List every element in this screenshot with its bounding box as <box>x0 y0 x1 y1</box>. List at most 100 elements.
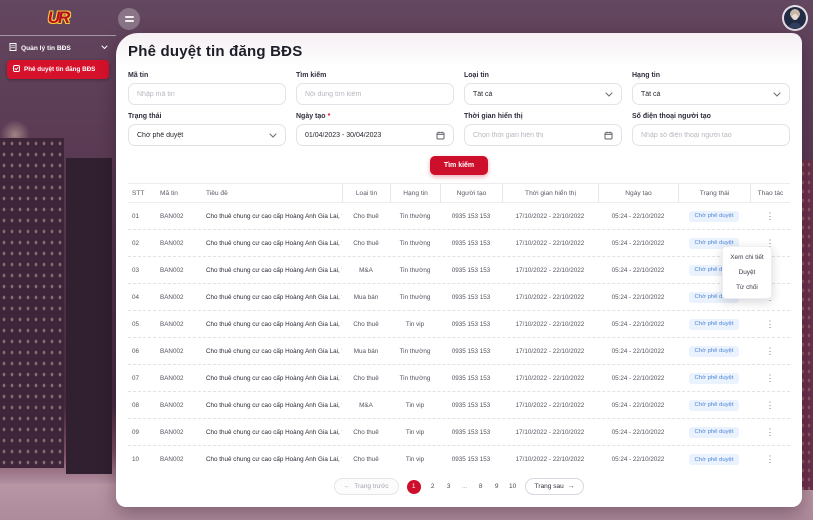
ngay-tao-daterange[interactable]: 01/04/2023 - 30/04/2023 <box>296 124 454 146</box>
building-silhouette <box>0 138 64 468</box>
filter-form: Mã tin Tìm kiếm Loại tin Tất cả Hạng tin… <box>128 72 790 146</box>
arrow-left-icon: ← <box>344 483 351 490</box>
cell-ngay-tao: 05:24 - 22/10/2022 <box>598 321 678 328</box>
cell-stt: 10 <box>128 456 156 463</box>
cell-loai-tin: M&A <box>342 402 390 409</box>
kebab-menu-icon[interactable]: ⋮ <box>762 372 779 385</box>
person-icon <box>787 12 803 28</box>
cell-tieu-de: Cho thuê chung cư cao cấp Hoàng Anh Gia … <box>202 402 342 409</box>
cell-trang-thai: Chờ phê duyệt <box>678 454 750 465</box>
col-header-ma-tin: Mã tin <box>156 184 202 202</box>
table-row: 03 BAN002 Cho thuê chung cư cao cấp Hoàn… <box>128 257 790 284</box>
loai-tin-select[interactable]: Tất cả <box>464 83 622 105</box>
kebab-menu-icon[interactable]: ⋮ <box>762 453 779 466</box>
page-title: Phê duyệt tin đăng BĐS <box>128 43 790 60</box>
cell-stt: 09 <box>128 429 156 436</box>
cell-thao-tac: ⋮ <box>750 345 790 358</box>
table-row: 06 BAN002 Cho thuê chung cư cao cấp Hoàn… <box>128 338 790 365</box>
kebab-menu-icon[interactable]: ⋮ <box>762 399 779 412</box>
pagination-page-2[interactable]: 2 <box>429 483 437 490</box>
cell-nguoi-tao: 0935 153 153 <box>440 213 502 220</box>
hang-tin-select[interactable]: Tất cả <box>632 83 790 105</box>
sidebar-item-phe-duyet-tin-dang-bds[interactable]: Phê duyệt tin đăng BĐS <box>7 60 109 79</box>
cell-loai-tin: Mua bán <box>342 348 390 355</box>
cell-tieu-de: Cho thuê chung cư cao cấp Hoàng Anh Gia … <box>202 240 342 247</box>
chevron-down-icon <box>605 92 613 97</box>
cell-ngay-tao: 05:24 - 22/10/2022 <box>598 267 678 274</box>
cell-tieu-de: Cho thuê chung cư cao cấp Hoàng Anh Gia … <box>202 213 342 220</box>
so-dien-thoai-input[interactable] <box>641 132 781 139</box>
thoi-gian-hien-thi-daterange[interactable]: Chọn thời gian hiển thị <box>464 124 622 146</box>
user-avatar[interactable] <box>782 5 808 31</box>
pagination-page-1[interactable]: 1 <box>407 480 421 494</box>
tim-kiem-input[interactable] <box>305 91 445 98</box>
trang-thai-select[interactable]: Chờ phê duyệt <box>128 124 286 146</box>
kebab-menu-icon[interactable]: ⋮ <box>762 318 779 331</box>
app-logo: UR <box>38 8 78 28</box>
pagination-page-8[interactable]: 8 <box>477 483 485 490</box>
table-row: 08 BAN002 Cho thuê chung cư cao cấp Hoàn… <box>128 392 790 419</box>
cell-stt: 07 <box>128 375 156 382</box>
cell-hang-tin: Tin vip <box>390 321 440 328</box>
cell-ngay-tao: 05:24 - 22/10/2022 <box>598 429 678 436</box>
status-badge: Chờ phê duyệt <box>689 211 740 222</box>
cell-thoi-gian-hien-thi: 17/10/2022 - 22/10/2022 <box>502 375 598 382</box>
sidebar-item-quan-ly-tin-bds[interactable]: Quản lý tin BĐS <box>0 36 116 58</box>
cell-nguoi-tao: 0935 153 153 <box>440 267 502 274</box>
kebab-menu-icon[interactable]: ⋮ <box>762 426 779 439</box>
cell-thoi-gian-hien-thi: 17/10/2022 - 22/10/2022 <box>502 402 598 409</box>
pagination-page-9[interactable]: 9 <box>493 483 501 490</box>
arrow-right-icon: → <box>568 483 575 490</box>
prev-page-button[interactable]: ← Trang trước <box>334 478 399 495</box>
required-asterisk: * <box>328 113 331 120</box>
search-button[interactable]: Tìm kiếm <box>430 156 488 175</box>
cell-thao-tac: ⋮ <box>750 372 790 385</box>
cell-ma-tin: BAN002 <box>156 321 202 328</box>
cell-hang-tin: Tin vip <box>390 429 440 436</box>
field-loai-tin: Loại tin Tất cả <box>464 72 622 105</box>
pagination: ← Trang trước 123...8910 Trang sau → <box>128 478 790 495</box>
cell-ma-tin: BAN002 <box>156 402 202 409</box>
ma-tin-input[interactable] <box>137 91 277 98</box>
next-page-button[interactable]: Trang sau → <box>525 478 585 495</box>
context-menu-item[interactable]: Duyệt <box>723 265 771 280</box>
cell-ngay-tao: 05:24 - 22/10/2022 <box>598 213 678 220</box>
sidebar-active-label: Phê duyệt tin đăng BĐS <box>24 66 95 73</box>
status-badge: Chờ phê duyệt <box>689 454 740 465</box>
field-label: Ngày tạo* <box>296 113 454 120</box>
cell-ngay-tao: 05:24 - 22/10/2022 <box>598 402 678 409</box>
context-menu-item[interactable]: Xem chi tiết <box>723 250 771 265</box>
cell-ma-tin: BAN002 <box>156 213 202 220</box>
field-hang-tin: Hạng tin Tất cả <box>632 72 790 105</box>
kebab-menu-icon[interactable]: ⋮ <box>762 210 779 223</box>
cell-nguoi-tao: 0935 153 153 <box>440 429 502 436</box>
field-label: Tìm kiếm <box>296 72 454 79</box>
cell-trang-thai: Chờ phê duyệt <box>678 346 750 357</box>
cell-ngay-tao: 05:24 - 22/10/2022 <box>598 240 678 247</box>
cell-hang-tin: Tin thường <box>390 267 440 274</box>
sidebar-toggle-button[interactable] <box>118 8 140 30</box>
app-root: { "page": { "title": "Phê duyệt tin đăng… <box>0 0 813 520</box>
chevron-down-icon <box>269 133 277 138</box>
cell-trang-thai: Chờ phê duyệt <box>678 400 750 411</box>
status-badge: Chờ phê duyệt <box>689 373 740 384</box>
cell-trang-thai: Chờ phê duyệt <box>678 427 750 438</box>
approve-check-icon <box>13 65 20 74</box>
cell-ma-tin: BAN002 <box>156 429 202 436</box>
field-label: Thời gian hiển thị <box>464 113 622 120</box>
col-header-stt: STT <box>128 184 156 202</box>
kebab-menu-icon[interactable]: ⋮ <box>762 345 779 358</box>
cell-tieu-de: Cho thuê chung cư cao cấp Hoàng Anh Gia … <box>202 429 342 436</box>
cell-ma-tin: BAN002 <box>156 294 202 301</box>
cell-nguoi-tao: 0935 153 153 <box>440 240 502 247</box>
context-menu-item[interactable]: Từ chối <box>723 280 771 295</box>
field-thoi-gian-hien-thi: Thời gian hiển thị Chọn thời gian hiển t… <box>464 113 622 146</box>
pagination-page-10[interactable]: 10 <box>509 483 517 490</box>
cell-loai-tin: M&A <box>342 267 390 274</box>
col-header-hang-tin: Hạng tin <box>390 184 440 202</box>
cell-ma-tin: BAN002 <box>156 267 202 274</box>
col-header-tieu-de: Tiêu đề <box>202 184 342 202</box>
field-label: Trạng thái <box>128 113 286 120</box>
pagination-page-3[interactable]: 3 <box>445 483 453 490</box>
cell-tieu-de: Cho thuê chung cư cao cấp Hoàng Anh Gia … <box>202 456 342 463</box>
